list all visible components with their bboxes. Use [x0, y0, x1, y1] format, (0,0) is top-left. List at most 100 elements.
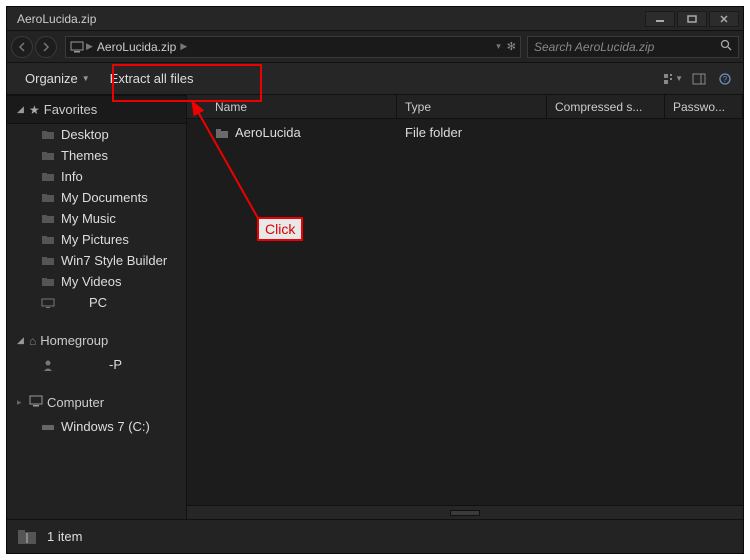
file-name: AeroLucida — [235, 125, 301, 140]
minimize-button[interactable] — [645, 11, 675, 27]
folder-icon — [41, 255, 55, 267]
file-type: File folder — [405, 125, 462, 140]
sidebar-item-themes[interactable]: Themes — [7, 145, 186, 166]
column-label: Name — [215, 100, 247, 114]
search-input[interactable] — [534, 40, 720, 54]
collapse-icon: ▸ — [17, 397, 27, 408]
forward-button[interactable] — [35, 36, 57, 58]
table-row[interactable]: AeroLucida File folder — [187, 119, 743, 146]
sidebar-item-my-pictures[interactable]: My Pictures — [7, 229, 186, 250]
organize-label: Organize — [25, 71, 78, 86]
crumb-sep-icon: ▶ — [180, 41, 187, 52]
column-headers: Name Type Compressed s... Passwo... — [187, 95, 743, 119]
collapse-icon: ◢ — [17, 104, 27, 115]
file-list: Name Type Compressed s... Passwo... Aero… — [187, 95, 743, 519]
sidebar-item-label: Windows 7 (C:) — [61, 419, 150, 434]
organize-button[interactable]: Organize ▼ — [15, 67, 100, 90]
search-icon[interactable] — [720, 38, 732, 56]
sidebar-item-label: PC — [89, 295, 107, 310]
navbar: ▶ AeroLucida.zip ▶ ▾ ✻ — [7, 31, 743, 63]
sidebar-item-info[interactable]: Info — [7, 166, 186, 187]
column-name[interactable]: Name — [187, 95, 397, 118]
address-dropdown-icon[interactable]: ▾ — [496, 41, 501, 52]
computer-label: Computer — [47, 395, 104, 410]
homegroup-icon: ⌂ — [29, 334, 36, 348]
extract-all-button[interactable]: Extract all files — [100, 67, 204, 90]
zip-folder-icon — [15, 527, 39, 547]
breadcrumb-item[interactable]: AeroLucida.zip — [93, 40, 180, 54]
column-type[interactable]: Type — [397, 95, 547, 118]
folder-icon — [41, 171, 55, 183]
user-icon — [41, 359, 55, 371]
sidebar: ◢ ★ Favorites Desktop Themes Info My Doc… — [7, 95, 187, 519]
favorites-header[interactable]: ◢ ★ Favorites — [7, 95, 186, 124]
column-label: Passwo... — [673, 100, 725, 114]
address-bar[interactable]: ▶ AeroLucida.zip ▶ ▾ ✻ — [65, 36, 521, 58]
sidebar-item-homegroup-user[interactable]: -P — [7, 354, 186, 375]
sidebar-item-label: -P — [109, 357, 122, 372]
sidebar-item-drive-c[interactable]: Windows 7 (C:) — [7, 416, 186, 437]
sidebar-item-label: Win7 Style Builder — [61, 253, 167, 268]
maximize-button[interactable] — [677, 11, 707, 27]
body: ◢ ★ Favorites Desktop Themes Info My Doc… — [7, 95, 743, 519]
svg-text:?: ? — [723, 75, 728, 84]
file-rows: AeroLucida File folder — [187, 119, 743, 519]
column-compressed-size[interactable]: Compressed s... — [547, 95, 665, 118]
preview-pane-icon[interactable] — [689, 69, 709, 89]
sidebar-item-label: My Music — [61, 211, 116, 226]
help-icon[interactable]: ? — [715, 69, 735, 89]
search-box[interactable] — [527, 36, 739, 58]
sidebar-item-label: Themes — [61, 148, 108, 163]
annotation-click-label: Click — [257, 217, 303, 241]
back-button[interactable] — [11, 36, 33, 58]
favorites-label: Favorites — [44, 102, 97, 117]
sidebar-item-my-music[interactable]: My Music — [7, 208, 186, 229]
star-icon: ★ — [29, 103, 40, 117]
sidebar-item-desktop[interactable]: Desktop — [7, 124, 186, 145]
sidebar-item-label: Info — [61, 169, 83, 184]
homegroup-label: Homegroup — [40, 333, 108, 348]
sidebar-item-my-videos[interactable]: My Videos — [7, 271, 186, 292]
folder-icon — [41, 129, 55, 141]
folder-icon — [215, 127, 229, 139]
sidebar-item-label: Desktop — [61, 127, 109, 142]
explorer-window: AeroLucida.zip ▶ AeroLucida.zip ▶ ▾ ✻ Or… — [6, 6, 744, 554]
close-button[interactable] — [709, 11, 739, 27]
scrollbar-thumb[interactable] — [450, 510, 480, 516]
collapse-icon: ◢ — [17, 335, 27, 346]
folder-icon — [41, 192, 55, 204]
refresh-icon[interactable]: ✻ — [507, 40, 516, 53]
status-bar: 1 item — [7, 519, 743, 553]
computer-crumb-icon — [70, 41, 84, 53]
column-password[interactable]: Passwo... — [665, 95, 743, 118]
column-label: Type — [405, 100, 431, 114]
folder-icon — [41, 150, 55, 162]
view-options-icon[interactable]: ▼ — [663, 69, 683, 89]
computer-icon — [29, 395, 43, 410]
drive-icon — [41, 421, 55, 433]
folder-icon — [41, 234, 55, 246]
computer-icon — [41, 297, 55, 309]
window-title: AeroLucida.zip — [11, 12, 643, 26]
sidebar-item-pc[interactable]: PC — [7, 292, 186, 313]
sidebar-item-my-documents[interactable]: My Documents — [7, 187, 186, 208]
horizontal-scrollbar[interactable] — [187, 505, 743, 519]
chevron-down-icon: ▼ — [82, 74, 90, 83]
folder-icon — [41, 276, 55, 288]
extract-label: Extract all files — [110, 71, 194, 86]
titlebar: AeroLucida.zip — [7, 7, 743, 31]
folder-icon — [41, 213, 55, 225]
sidebar-item-label: My Videos — [61, 274, 121, 289]
toolbar: Organize ▼ Extract all files ▼ ? — [7, 63, 743, 95]
sidebar-item-label: My Documents — [61, 190, 148, 205]
status-text: 1 item — [47, 529, 82, 544]
annotation-text: Click — [265, 221, 295, 237]
sidebar-item-win7-style-builder[interactable]: Win7 Style Builder — [7, 250, 186, 271]
cell-name: AeroLucida — [187, 121, 397, 144]
cell-type: File folder — [397, 121, 547, 144]
computer-header[interactable]: ▸ Computer — [7, 389, 186, 416]
column-label: Compressed s... — [555, 100, 642, 114]
sidebar-item-label: My Pictures — [61, 232, 129, 247]
homegroup-header[interactable]: ◢ ⌂ Homegroup — [7, 327, 186, 354]
crumb-sep-icon: ▶ — [86, 41, 93, 52]
